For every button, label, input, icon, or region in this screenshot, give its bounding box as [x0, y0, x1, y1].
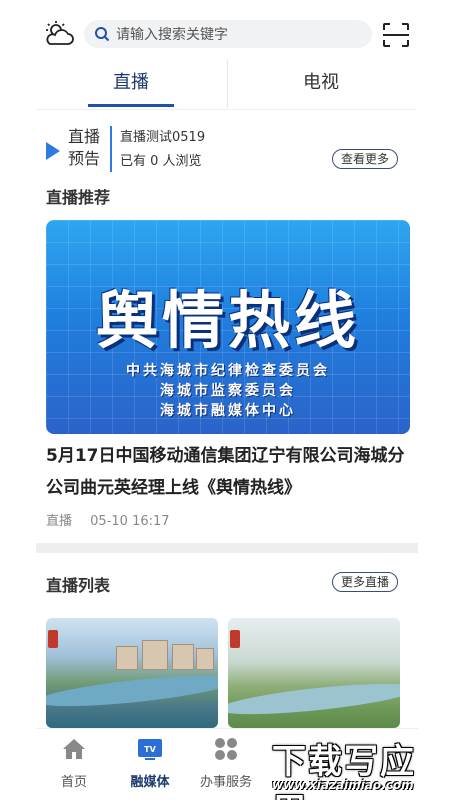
watermark-url: www.xiazaimiao.com [272, 778, 414, 792]
nav-media[interactable]: TV 融媒体 [112, 729, 188, 800]
building [196, 648, 214, 670]
tab-tv[interactable]: 电视 [226, 58, 416, 109]
channel-tabs: 直播 电视 [36, 58, 416, 110]
preview-title: 直播测试0519 [120, 130, 206, 145]
nav-home-label: 首页 [60, 775, 87, 790]
banner-title: 舆情热线 [95, 284, 360, 357]
search-icon [95, 27, 110, 42]
building [116, 646, 138, 670]
svg-text:TV: TV [144, 745, 156, 754]
recommend-banner[interactable]: 舆情热线 中共海城市纪律检查委员会 海城市监察委员会 海城市融媒体中心 [46, 220, 410, 434]
tab-live[interactable]: 直播 [36, 58, 226, 109]
seal-mark [48, 630, 58, 648]
weather-icon[interactable] [44, 20, 76, 48]
preview-label: 直播 预告 [68, 127, 101, 168]
news-title[interactable]: 5月17日中国移动通信集团辽宁有限公司海城分公司曲元英经理上线《舆情热线》 [46, 440, 410, 504]
banner-line-1: 中共海城市纪律检查委员会 [126, 363, 330, 379]
live-list-heading: 直播列表 [46, 576, 111, 595]
building [172, 644, 194, 670]
live-preview[interactable]: 直播 预告 直播测试0519 已有 0 人浏览 查看更多 [36, 114, 416, 182]
nav-home[interactable]: 首页 [36, 729, 112, 800]
news-category: 直播 [46, 514, 73, 529]
nav-services-label: 办事服务 [199, 775, 252, 790]
live-thumbnail-1[interactable] [46, 618, 218, 728]
river [46, 669, 218, 713]
nav-media-label: 融媒体 [130, 775, 170, 790]
search-placeholder: 请输入搜索关键字 [116, 27, 228, 43]
more-live-button[interactable]: 更多直播 [332, 572, 399, 592]
news-meta: 直播 05-10 16:17 [46, 510, 170, 529]
search-bar[interactable]: 请输入搜索关键字 [84, 20, 372, 48]
preview-divider [110, 126, 112, 172]
live-thumbnail-2[interactable] [228, 618, 400, 728]
section-gap [36, 543, 418, 553]
tv-icon: TV [138, 739, 162, 760]
top-bar: 请输入搜索关键字 [0, 0, 450, 62]
grid-icon [215, 738, 237, 760]
news-time: 05-10 16:17 [90, 514, 170, 529]
view-more-button[interactable]: 查看更多 [332, 149, 399, 169]
preview-viewers: 已有 0 人浏览 [120, 154, 202, 169]
banner-line-2: 海城市监察委员会 [160, 383, 296, 399]
home-icon [63, 739, 85, 759]
scan-icon[interactable] [382, 22, 410, 48]
recommend-heading: 直播推荐 [46, 188, 111, 207]
seal-mark [230, 630, 240, 648]
nav-services[interactable]: 办事服务 [188, 729, 264, 800]
banner-line-3: 海城市融媒体中心 [160, 403, 296, 419]
play-icon [46, 142, 60, 160]
tab-divider [227, 60, 228, 108]
river [228, 677, 400, 721]
building [142, 640, 168, 670]
download-watermark: 下载写应用 www.xiazaimiao.com [266, 732, 448, 800]
